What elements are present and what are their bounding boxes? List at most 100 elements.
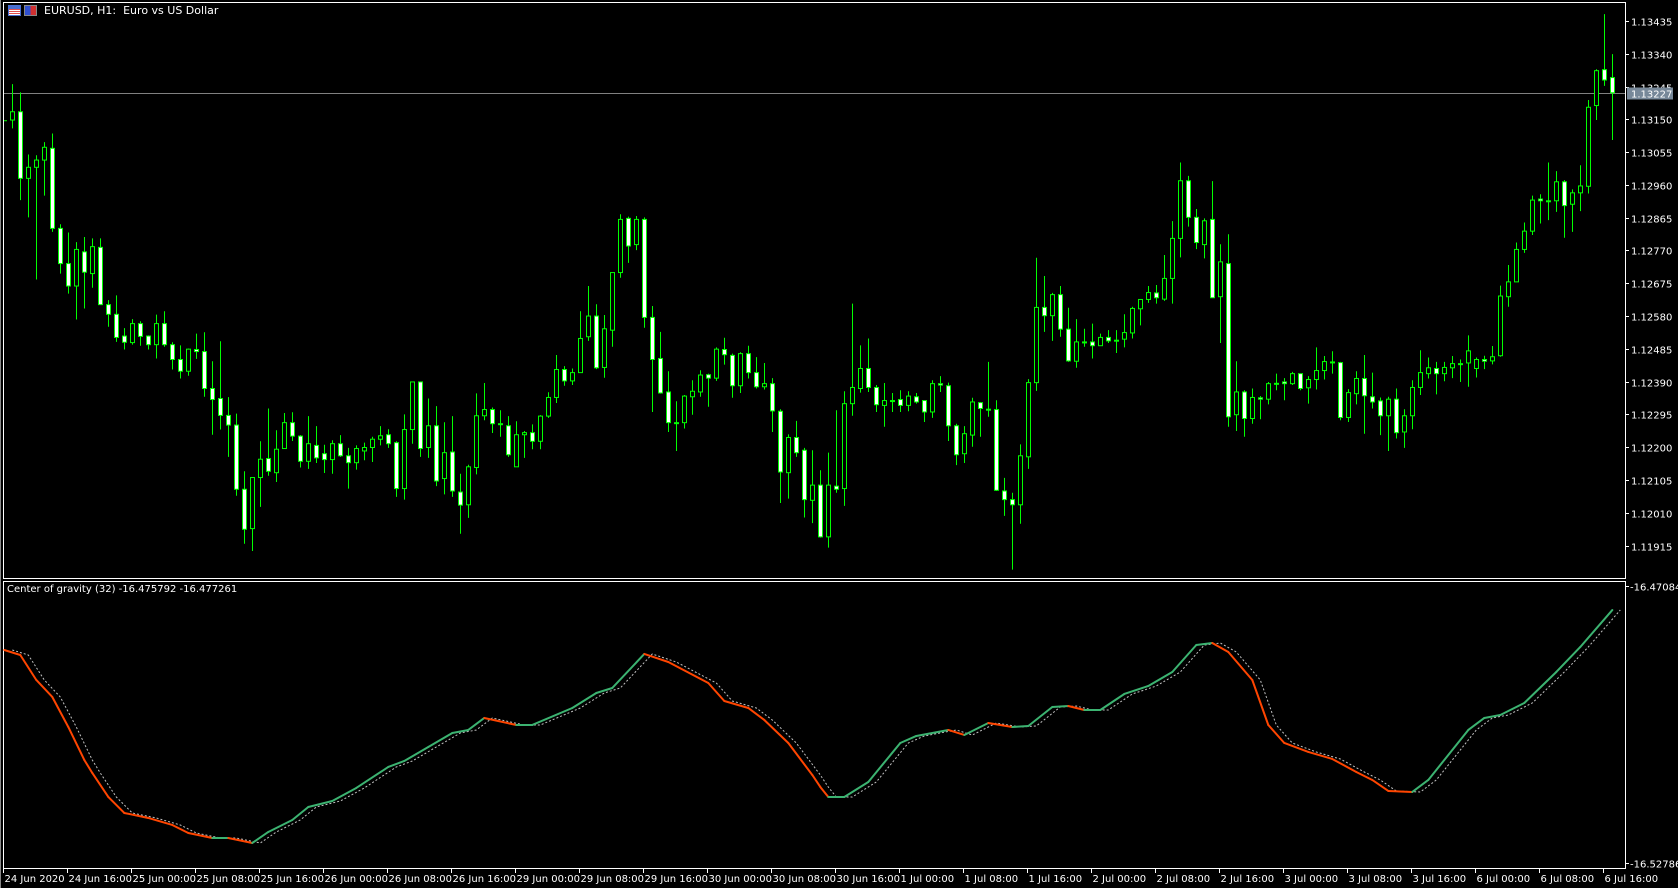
candle-body-bear <box>98 246 103 306</box>
candle <box>722 337 727 365</box>
candle <box>930 380 935 418</box>
candle <box>1506 264 1511 307</box>
candle-body-bear <box>754 372 759 388</box>
candle-body-bull <box>906 395 911 406</box>
candle-body-bear <box>210 387 215 401</box>
candle-body-bull <box>42 146 47 161</box>
candle-body-bear <box>834 485 839 490</box>
candle <box>1386 396 1391 451</box>
candle <box>1170 221 1175 304</box>
candle-body-bear <box>50 147 55 229</box>
candle-body-bear <box>946 385 951 427</box>
candle <box>106 300 111 327</box>
indicator-axis-label: -16.470845 <box>1630 583 1678 594</box>
chart-canvas[interactable]: 1.134351.133401.132451.131501.130551.129… <box>0 0 1678 888</box>
candle-body-bull <box>1314 370 1319 381</box>
candle <box>562 366 567 386</box>
candle-body-bear <box>106 304 111 315</box>
candle <box>234 413 239 496</box>
time-axis-label: 24 Jun 16:00 <box>69 874 133 885</box>
candle-body-bull <box>1122 332 1127 340</box>
candle-body-bull <box>474 415 479 469</box>
candle <box>786 434 791 499</box>
candle <box>74 242 79 320</box>
candle-body-bear <box>794 436 799 454</box>
candle-body-bull <box>1130 307 1135 334</box>
candle <box>186 348 191 376</box>
candle-body-bear <box>146 335 151 346</box>
cog-line-falling <box>1355 770 1374 781</box>
candle-body-bear <box>58 227 63 265</box>
cog-line-rising <box>611 652 646 689</box>
candle <box>602 314 607 378</box>
candle <box>1330 351 1335 374</box>
candle-body-bear <box>706 374 711 379</box>
price-axis-label: 1.12390 <box>1631 379 1672 390</box>
candle <box>1594 69 1599 121</box>
candle-body-bear <box>1370 396 1375 403</box>
candle-body-bear <box>138 323 143 337</box>
time-axis-label: 25 Jun 08:00 <box>197 874 261 885</box>
candle <box>1098 333 1103 347</box>
candle-body-bull <box>426 425 431 449</box>
candle <box>1274 373 1279 391</box>
candle-body-bear <box>1282 381 1287 385</box>
candle <box>226 397 231 457</box>
candle <box>1530 195 1535 235</box>
price-axis-label: 1.12010 <box>1631 510 1672 521</box>
candle <box>994 400 999 491</box>
candle <box>1178 162 1183 258</box>
cog-line-rising <box>307 799 334 808</box>
candle-body-bear <box>1394 398 1399 434</box>
candle <box>1154 284 1159 304</box>
candle <box>410 381 415 444</box>
candle <box>218 341 223 430</box>
candle-body-bear <box>434 425 439 482</box>
candle <box>730 353 735 398</box>
candle <box>890 392 895 412</box>
candle-body-bull <box>682 395 687 424</box>
candle-body-bear <box>1242 391 1247 420</box>
candle-body-bull <box>634 218 639 246</box>
candle <box>674 401 679 451</box>
candle <box>666 371 671 432</box>
candle <box>1586 100 1591 194</box>
candle-body-bear <box>506 425 511 456</box>
candle-body-bear <box>530 432 535 442</box>
candle-body-bear <box>314 444 319 459</box>
cog-line-rising <box>251 830 270 844</box>
candle-body-bear <box>1562 181 1567 207</box>
candle-body-bull <box>1410 386 1415 417</box>
candle <box>882 382 887 427</box>
candle-body-bear <box>1066 328 1071 362</box>
candle-body-bull <box>1250 396 1255 420</box>
candle-body-bull <box>274 448 279 474</box>
candle-body-bull <box>690 390 695 398</box>
cog-line-falling <box>19 653 38 681</box>
candle-body-bull <box>1426 367 1431 375</box>
candle-body-bull <box>738 353 743 387</box>
candle <box>1266 381 1271 405</box>
candle <box>978 401 983 437</box>
candle-body-bull <box>1202 220 1207 246</box>
cog-line-rising <box>595 686 614 694</box>
candle-body-bull <box>1554 181 1559 202</box>
candle-body-bull <box>130 323 135 344</box>
candle-body-bull <box>1018 455 1023 506</box>
candle-body-bull <box>1266 383 1271 400</box>
candle <box>450 416 455 497</box>
candle <box>34 155 39 280</box>
candle <box>1554 171 1559 212</box>
time-axis-label: 1 Jul 00:00 <box>901 874 955 885</box>
candle-body-bull <box>570 372 575 382</box>
candle <box>1050 292 1055 341</box>
candle-body-bull <box>826 484 831 538</box>
candle-body-bear <box>1210 218 1215 299</box>
candle <box>922 400 927 422</box>
candle <box>386 429 391 448</box>
candle <box>290 412 295 441</box>
candle <box>826 452 831 548</box>
candle-body-bull <box>354 448 359 464</box>
candle-body-bear <box>234 424 239 490</box>
candle-body-bear <box>866 367 871 388</box>
